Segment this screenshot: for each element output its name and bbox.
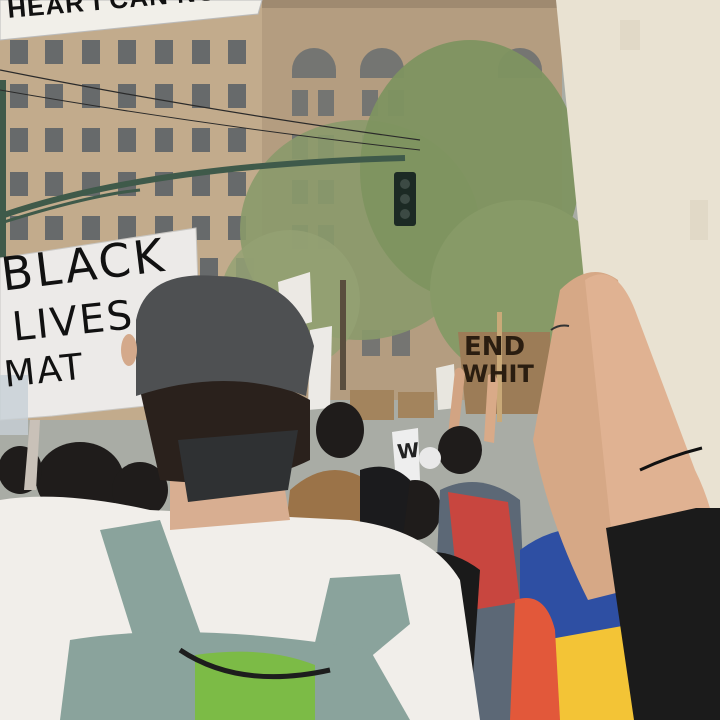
foreground-person [0, 275, 480, 720]
backpack-zip-pocket [195, 651, 315, 720]
protest-photo: HEAR I CAN NO [0, 0, 720, 720]
cap [136, 275, 314, 396]
ear [121, 334, 137, 366]
